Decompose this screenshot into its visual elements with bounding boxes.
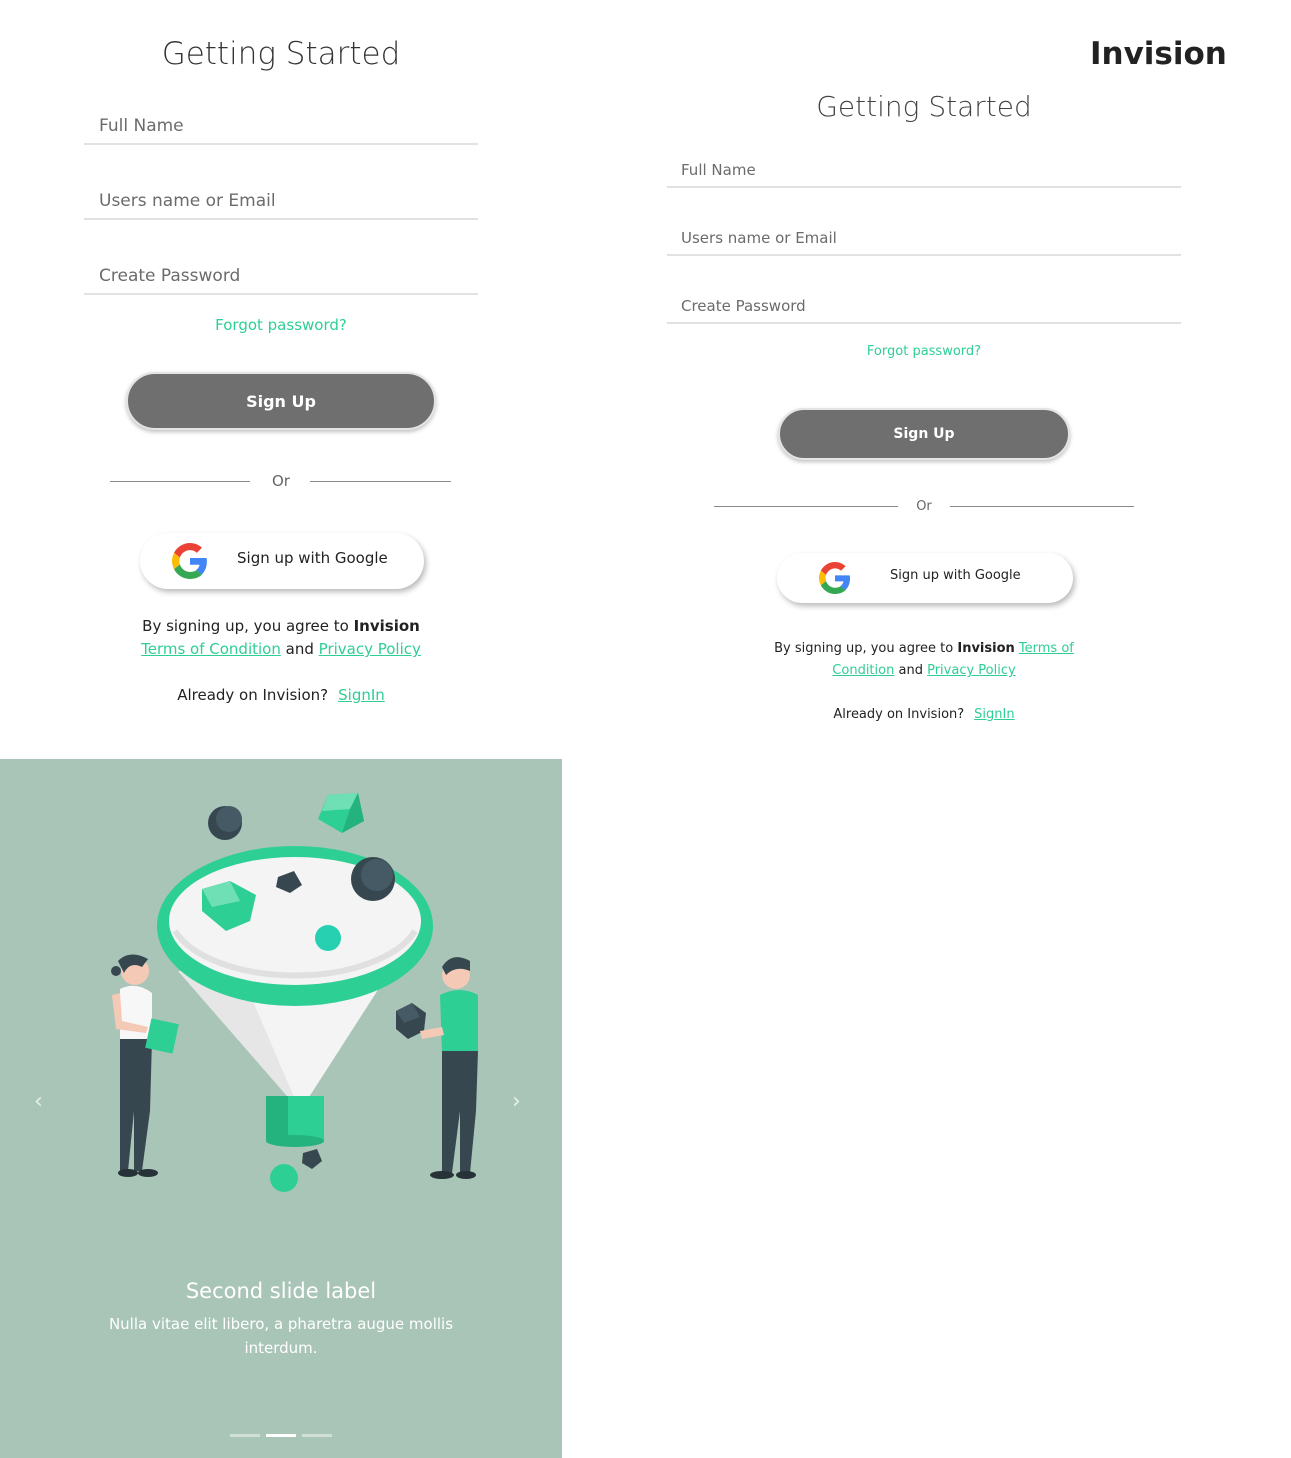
- carousel-indicator[interactable]: [302, 1434, 332, 1437]
- carousel-indicator[interactable]: [230, 1434, 260, 1437]
- google-icon: [172, 543, 207, 579]
- signin-prompt: Already on Invision? SignIn: [84, 686, 478, 704]
- already-text: Already on Invision?: [177, 686, 329, 704]
- carousel-indicator-active[interactable]: [266, 1434, 296, 1437]
- full-name-input[interactable]: Full Name: [667, 152, 1181, 188]
- signin-link[interactable]: SignIn: [974, 707, 1014, 722]
- already-text: Already on Invision?: [833, 707, 965, 722]
- full-name-placeholder: Full Name: [99, 116, 184, 136]
- full-name-input[interactable]: Full Name: [84, 105, 478, 145]
- privacy-link[interactable]: Privacy Policy: [319, 640, 421, 658]
- password-input[interactable]: Create Password: [84, 255, 478, 295]
- email-input[interactable]: Users name or Email: [84, 180, 478, 220]
- slide-title: Second slide label: [185, 1279, 377, 1303]
- forgot-password-link[interactable]: Forgot password?: [84, 316, 478, 334]
- divider-line: [310, 481, 451, 482]
- google-signup-button[interactable]: Sign up with Google: [777, 553, 1073, 603]
- email-placeholder: Users name or Email: [99, 191, 276, 211]
- terms-text: By signing up, you agree to Invision Ter…: [667, 638, 1181, 682]
- terms-link[interactable]: Terms of Condition: [141, 640, 281, 658]
- privacy-link[interactable]: Privacy Policy: [927, 663, 1016, 678]
- password-input[interactable]: Create Password: [667, 288, 1181, 324]
- page-title: Getting Started: [161, 36, 401, 72]
- carousel: ‹ › Second slide label Nulla vitae elit …: [0, 759, 562, 1458]
- carousel-indicators: [230, 1434, 332, 1437]
- google-button-label: Sign up with Google: [237, 549, 388, 567]
- brand-logo: Invision: [1090, 36, 1227, 72]
- terms-text: By signing up, you agree to Invision Ter…: [84, 615, 478, 662]
- email-input[interactable]: Users name or Email: [667, 220, 1181, 256]
- password-placeholder: Create Password: [99, 266, 241, 286]
- sign-up-button[interactable]: Sign Up: [126, 372, 436, 430]
- terms-prefix: By signing up, you agree to: [774, 641, 954, 656]
- funnel-illustration: [111, 793, 478, 1192]
- page-title: Getting Started: [816, 90, 1032, 123]
- chevron-right-icon[interactable]: ›: [512, 1089, 521, 1114]
- terms-brand: Invision: [957, 641, 1015, 656]
- email-placeholder: Users name or Email: [681, 229, 837, 247]
- google-button-label: Sign up with Google: [890, 568, 1021, 583]
- signin-link[interactable]: SignIn: [338, 686, 385, 704]
- google-icon: [819, 562, 850, 594]
- terms-prefix: By signing up, you agree to: [142, 617, 349, 635]
- divider-line: [950, 506, 1134, 507]
- full-name-placeholder: Full Name: [681, 161, 756, 179]
- terms-and: and: [285, 640, 314, 659]
- slide-text: Nulla vitae elit libero, a pharetra augu…: [108, 1315, 454, 1357]
- chevron-left-icon[interactable]: ‹: [34, 1089, 43, 1114]
- google-signup-button[interactable]: Sign up with Google: [140, 533, 424, 589]
- terms-and: and: [898, 663, 923, 679]
- password-placeholder: Create Password: [681, 297, 806, 315]
- forgot-password-link[interactable]: Forgot password?: [667, 344, 1181, 359]
- sign-up-button[interactable]: Sign Up: [778, 408, 1070, 460]
- terms-brand: Invision: [353, 617, 420, 635]
- signin-prompt: Already on Invision? SignIn: [667, 707, 1181, 722]
